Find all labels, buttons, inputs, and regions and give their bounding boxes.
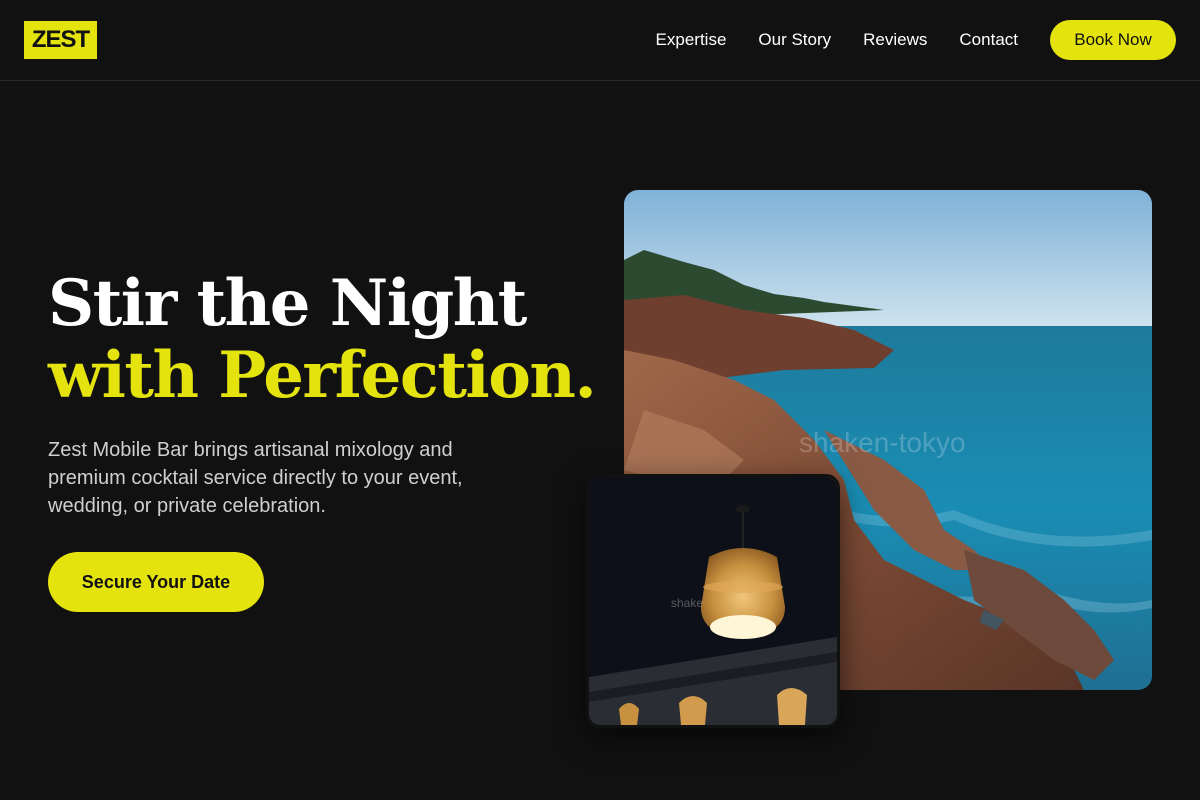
nav-link-contact[interactable]: Contact (959, 30, 1018, 50)
hero-description: Zest Mobile Bar brings artisanal mixolog… (48, 439, 463, 517)
main-nav: Expertise Our Story Reviews Contact Book… (656, 20, 1176, 60)
secure-your-date-button[interactable]: Secure Your Date (48, 552, 264, 612)
hero-title-line1: Stir the Night (48, 266, 527, 341)
book-now-button[interactable]: Book Now (1050, 20, 1176, 60)
nav-link-reviews[interactable]: Reviews (863, 30, 927, 50)
logo[interactable]: ZEST (24, 21, 97, 59)
nav-link-expertise[interactable]: Expertise (656, 30, 727, 50)
hero-title-line2: with Perfection. (48, 338, 597, 413)
hero-title: Stir the Night with Perfection. (48, 266, 597, 413)
photo-watermark: shaken-tokyo (799, 427, 966, 458)
photo-watermark-secondary: shake (671, 596, 703, 610)
nav-link-our-story[interactable]: Our Story (758, 30, 831, 50)
navbar: ZEST Expertise Our Story Reviews Contact… (0, 0, 1200, 81)
rattan-lamp-photo: shake (586, 474, 840, 728)
